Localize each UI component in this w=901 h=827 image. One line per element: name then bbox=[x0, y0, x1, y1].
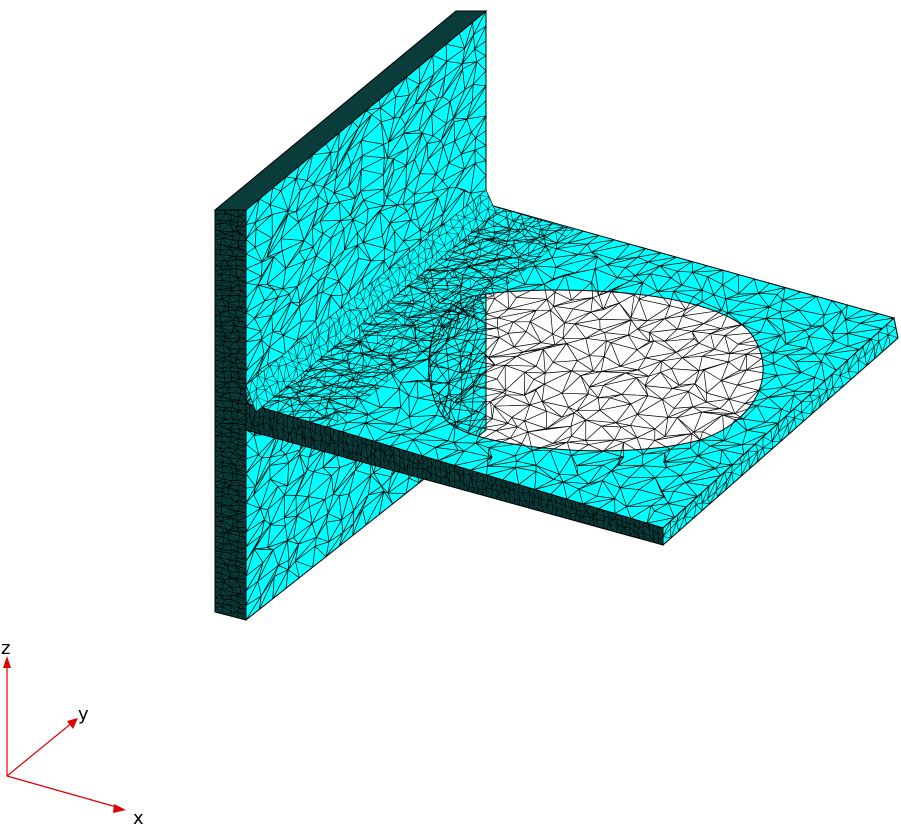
coordinate-triad: z y x bbox=[1, 638, 144, 827]
x-axis-label: x bbox=[133, 808, 144, 827]
mesh-scene: z y x bbox=[1, 9, 899, 827]
x-arrowhead bbox=[113, 804, 126, 813]
y-axis-label: y bbox=[78, 704, 89, 725]
y-arrowhead bbox=[67, 718, 78, 729]
z-axis-label: z bbox=[1, 638, 10, 659]
x-axis bbox=[6, 775, 121, 809]
viewport: z y x bbox=[0, 0, 901, 827]
y-axis bbox=[6, 721, 74, 777]
